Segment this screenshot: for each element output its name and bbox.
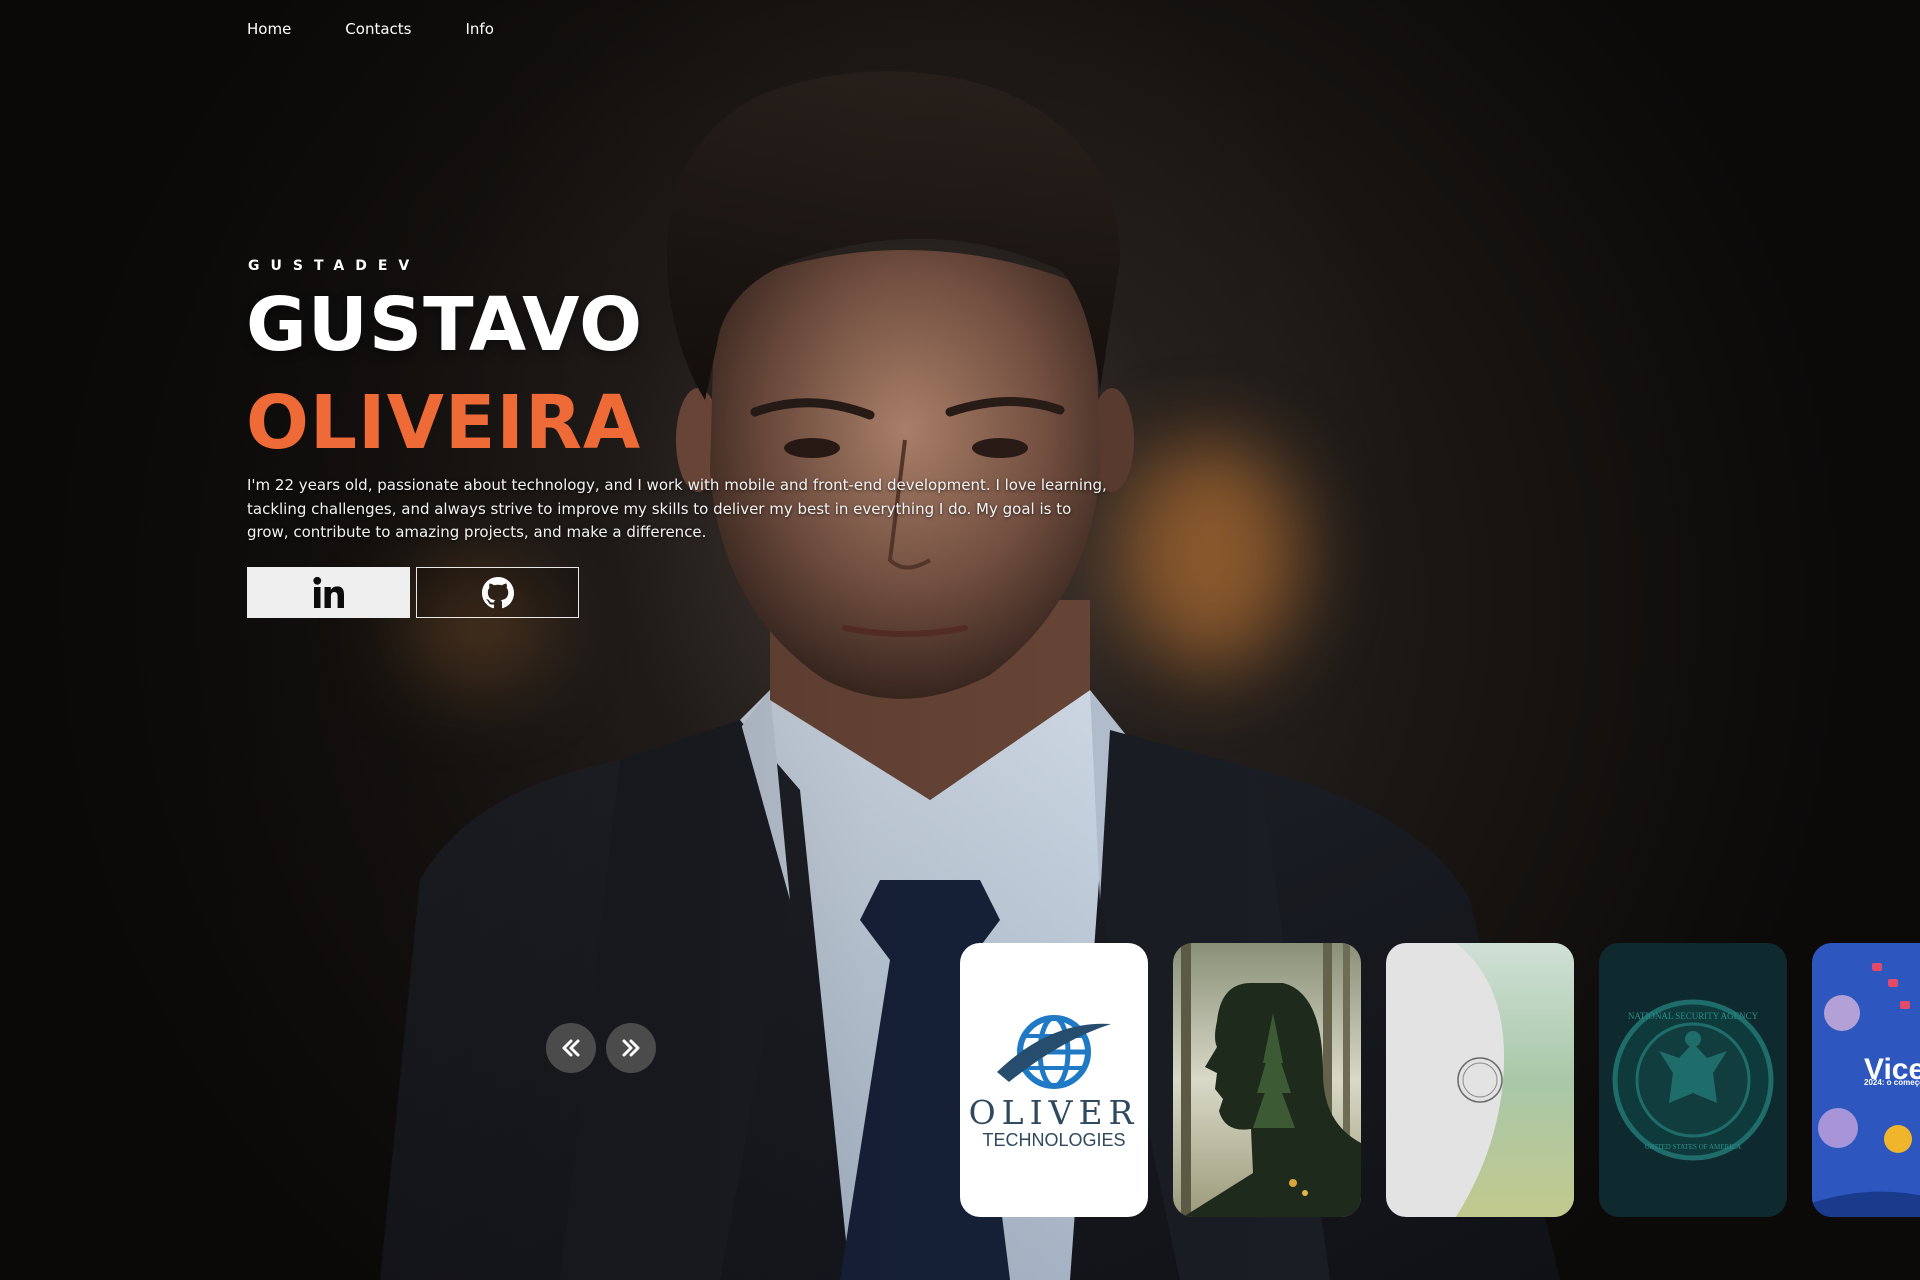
card-nsa-seal[interactable]: NATIONAL SECURITY AGENCY UNITED STATES O…: [1599, 943, 1787, 1217]
green-wave-image: [1386, 943, 1574, 1217]
hero-bio: I'm 22 years old, passionate about techn…: [247, 476, 1107, 541]
nsa-seal-image: NATIONAL SECURITY AGENCY UNITED STATES O…: [1599, 943, 1787, 1217]
card-oliver-technologies[interactable]: OLIVER TECHNOLOGIES: [960, 943, 1148, 1217]
top-nav: Home Contacts Info: [247, 20, 494, 38]
carousel-controls: [546, 1023, 656, 1073]
brand-eyebrow: GUSTADEV: [248, 258, 421, 274]
hero-last-name: OLIVEIRA: [246, 380, 642, 466]
project-carousel: OLIVER TECHNOLOGIES NATIONAL SECURITY AG…: [960, 943, 1920, 1217]
linkedin-icon: [312, 576, 344, 608]
oliver-logo-sub: TECHNOLOGIES: [982, 1130, 1126, 1150]
nav-info-link[interactable]: Info: [465, 20, 493, 38]
carousel-prev-button[interactable]: [546, 1023, 596, 1073]
card-forest-silhouette[interactable]: [1173, 943, 1361, 1217]
nav-contacts-link[interactable]: Contacts: [345, 20, 411, 38]
linkedin-button[interactable]: [247, 567, 410, 618]
github-icon: [481, 576, 514, 608]
nsa-seal-sub: UNITED STATES OF AMERICA: [1645, 1143, 1741, 1151]
social-links: [247, 567, 579, 618]
carousel-next-button[interactable]: [606, 1023, 656, 1073]
double-chevron-left-icon: [562, 1039, 580, 1057]
globe-logo-icon: [997, 1015, 1111, 1089]
oliver-logo-word: OLIVER: [968, 1093, 1140, 1132]
nav-home-link[interactable]: Home: [247, 20, 291, 38]
nsa-seal-text: NATIONAL SECURITY AGENCY: [1628, 1011, 1759, 1021]
hero-first-name: GUSTAVO: [246, 282, 643, 368]
double-chevron-right-icon: [622, 1039, 640, 1057]
github-button[interactable]: [416, 567, 579, 618]
card-vice[interactable]: Vice 2024: o começo d: [1812, 943, 1920, 1217]
vice-subtitle: 2024: o começo d: [1864, 1078, 1920, 1087]
card-green-wave[interactable]: [1386, 943, 1574, 1217]
forest-silhouette-image: [1173, 943, 1361, 1217]
